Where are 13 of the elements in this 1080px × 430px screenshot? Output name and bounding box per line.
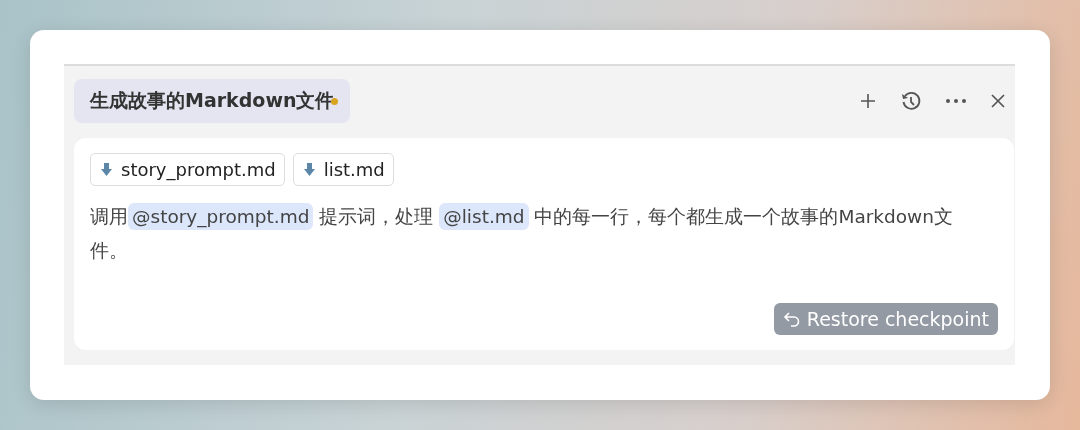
file-chip[interactable]: story_prompt.md <box>90 153 285 186</box>
undo-icon <box>782 310 801 328</box>
add-icon[interactable] <box>859 92 877 110</box>
down-arrow-icon <box>101 163 112 176</box>
more-icon[interactable] <box>945 98 967 104</box>
file-mention[interactable]: @story_prompt.md <box>128 203 314 230</box>
chat-title[interactable]: 生成故事的Markdown文件 <box>74 79 351 123</box>
down-arrow-icon <box>303 163 315 176</box>
history-icon[interactable] <box>900 90 922 112</box>
message-text: 调用 @story_prompt.md 提示词，处理 @list.md 中的每一行，每个都生成一个故事的Markdown文件。 <box>90 200 990 268</box>
file-mention[interactable]: @list.md <box>439 203 529 230</box>
close-icon[interactable] <box>990 93 1006 109</box>
file-chip[interactable]: list.md <box>292 153 394 186</box>
